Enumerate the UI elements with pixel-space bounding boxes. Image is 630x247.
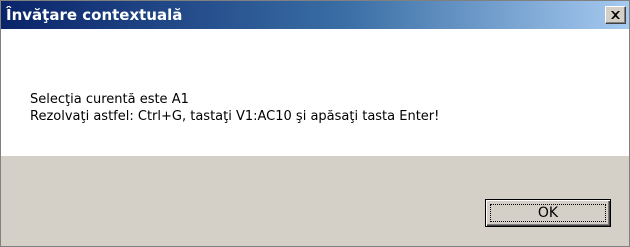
message-area: Selecţia curentă este A1 Rezolvaţi astfe… [1,29,629,156]
close-button[interactable] [605,6,626,24]
close-icon [611,11,620,19]
message-line-2: Rezolvaţi astfel: Ctrl+G, tastaţi V1:AC1… [30,109,440,124]
message-line-1: Selecţia curentă este A1 [30,92,189,107]
button-bar: OK [1,156,629,246]
title-bar[interactable]: Învăţare contextuală [1,1,629,29]
ok-button-label: OK [537,205,559,221]
ok-button[interactable]: OK [485,199,611,227]
window-title: Învăţare contextuală [6,6,183,24]
message-dialog: Învăţare contextuală Selecţia curentă es… [0,0,630,247]
